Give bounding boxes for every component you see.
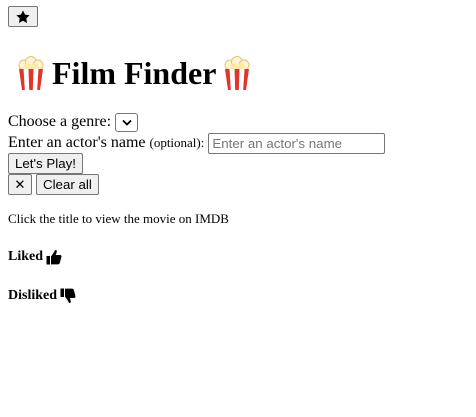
popcorn-icon	[18, 56, 44, 90]
thumbs-down-icon	[60, 288, 76, 304]
play-button[interactable]: Let's Play!	[8, 153, 83, 174]
favorites-button[interactable]	[8, 6, 38, 27]
clear-row: ✕ Clear all	[8, 174, 99, 195]
page-title: Film Finder	[16, 53, 252, 93]
star-icon	[16, 10, 30, 23]
actor-input[interactable]	[208, 132, 386, 154]
page-title-text: Film Finder	[52, 55, 217, 91]
disliked-heading: Disliked	[8, 288, 76, 304]
popcorn-icon	[224, 56, 250, 90]
genre-select[interactable]	[115, 112, 139, 132]
liked-heading: Liked	[8, 249, 62, 265]
liked-label: Liked	[8, 249, 44, 264]
thumbs-up-icon	[46, 249, 62, 265]
clear-all-button[interactable]: Clear all	[36, 174, 99, 195]
disliked-label: Disliked	[8, 288, 58, 303]
actor-label: Enter an actor's name	[8, 134, 146, 151]
genre-label: Choose a genre:	[8, 113, 112, 130]
genre-row: Choose a genre:	[8, 112, 139, 132]
imdb-hint: Click the title to view the movie on IMD…	[8, 211, 229, 226]
actor-optional-note: (optional):	[149, 135, 205, 150]
chevron-down-icon	[121, 119, 132, 126]
close-button[interactable]: ✕	[8, 174, 32, 195]
actor-row: Enter an actor's name (optional):	[8, 132, 386, 154]
